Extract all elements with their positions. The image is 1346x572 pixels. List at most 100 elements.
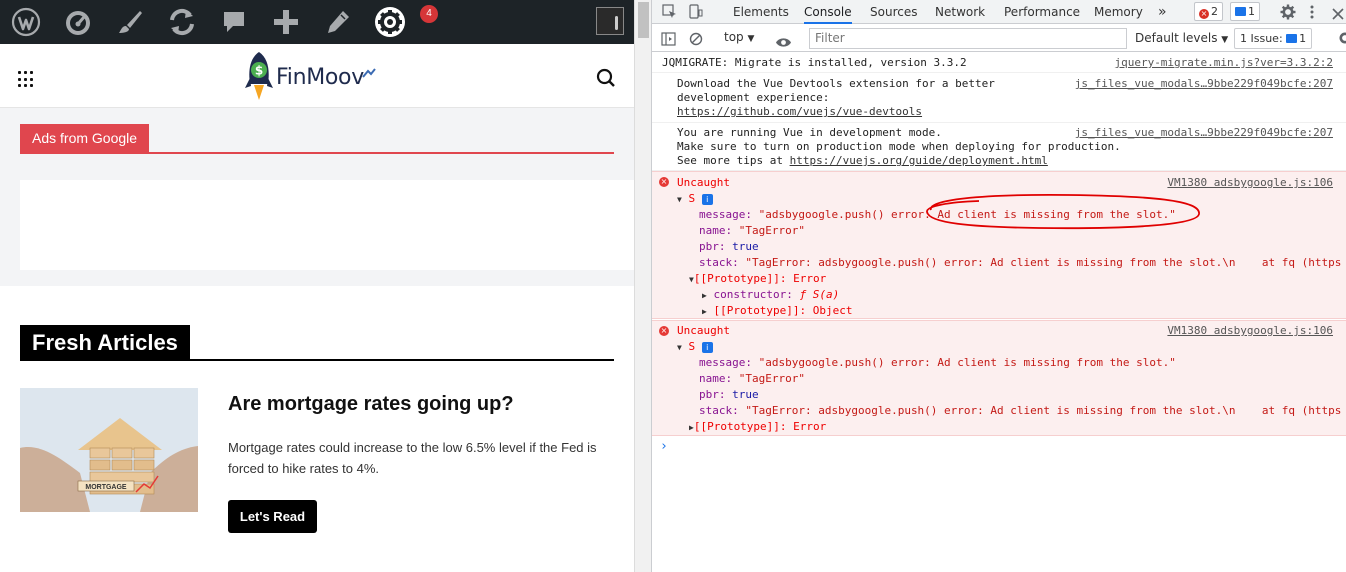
- prop-value: "TagError": [738, 224, 805, 237]
- prop-key: name:: [699, 224, 733, 237]
- clear-console-icon[interactable]: [689, 31, 703, 50]
- dashboard-icon[interactable]: [61, 6, 95, 38]
- more-tabs-button[interactable]: »: [1158, 0, 1167, 24]
- prop-key: pbr:: [699, 388, 726, 401]
- inspect-element-icon[interactable]: [662, 4, 677, 23]
- sidebar-toggle-icon[interactable]: [661, 31, 676, 50]
- object-name: S: [688, 340, 696, 353]
- prototype-row[interactable]: ▶[[Prototype]]: Error: [689, 420, 826, 433]
- prop-value: true: [732, 388, 759, 401]
- more-options-icon[interactable]: [1309, 4, 1315, 24]
- prototype-row[interactable]: ▼[[Prototype]]: Error: [689, 272, 826, 285]
- source-link[interactable]: VM1380 adsbygoogle.js:106: [1167, 324, 1333, 337]
- prop-value: true: [732, 240, 759, 253]
- source-link[interactable]: js_files_vue_modals…9bbe229f049bcfe:207: [1075, 77, 1333, 90]
- constructor-row[interactable]: ▶ constructor: ƒ S(a): [702, 288, 839, 301]
- source-link[interactable]: jquery-migrate.min.js?ver=3.3.2:2: [1114, 56, 1333, 69]
- wordpress-icon[interactable]: [9, 6, 43, 38]
- message-counter[interactable]: 1: [1230, 2, 1260, 21]
- devtools-panel: Elements Console Sources Network Perform…: [651, 0, 1346, 572]
- object-name: S: [688, 192, 696, 205]
- error-counter[interactable]: × 2: [1194, 2, 1223, 21]
- page-scrollbar[interactable]: [634, 0, 651, 572]
- search-icon[interactable]: [596, 68, 616, 93]
- comments-icon[interactable]: [217, 6, 251, 38]
- collapsed-triangle-icon: ▶: [702, 307, 707, 316]
- issues-label: 1 Issue:: [1240, 32, 1283, 45]
- log-message: Download the Vue Devtools extension for …: [652, 73, 1346, 123]
- site-header: $ FinMoov: [0, 44, 634, 108]
- console-output: JQMIGRATE: Migrate is installed, version…: [652, 53, 1346, 572]
- tab-console[interactable]: Console: [804, 0, 852, 24]
- edit-icon[interactable]: [321, 6, 355, 38]
- log-text: development experience:: [677, 91, 830, 104]
- device-toolbar-icon[interactable]: [688, 4, 703, 23]
- error-label: Uncaught: [677, 324, 730, 337]
- log-link[interactable]: https://vuejs.org/guide/deployment.html: [790, 154, 1048, 167]
- logo-swoosh-icon: [362, 68, 376, 78]
- rocket-icon: $: [245, 52, 273, 100]
- read-button[interactable]: Let's Read: [228, 500, 317, 533]
- prop-value: "adsbygoogle.push() error: Ad client is …: [758, 208, 1176, 221]
- scrollbar-thumb[interactable]: [638, 2, 649, 38]
- prop-key: stack:: [699, 404, 739, 417]
- devtools-tabbar: Elements Console Sources Network Perform…: [652, 0, 1346, 24]
- site-logo[interactable]: $ FinMoov: [244, 50, 376, 104]
- settings-gear-icon[interactable]: [1280, 4, 1296, 24]
- expandable-object[interactable]: ▼ S i: [677, 192, 713, 205]
- chevron-down-icon: ▼: [747, 34, 755, 44]
- article-title[interactable]: Are mortgage rates going up?: [228, 393, 514, 416]
- filter-input[interactable]: Filter: [809, 28, 1127, 49]
- prop-key: stack:: [699, 256, 739, 269]
- prototype-label: [[Prototype]]: Error: [693, 272, 827, 285]
- live-expression-eye-icon[interactable]: [775, 33, 792, 52]
- avatar[interactable]: [596, 7, 624, 35]
- logo-text: FinMoov: [276, 64, 364, 90]
- new-content-icon[interactable]: [269, 6, 303, 38]
- log-link[interactable]: https://github.com/vuejs/vue-devtools: [677, 105, 922, 118]
- source-link[interactable]: VM1380 adsbygoogle.js:106: [1167, 176, 1333, 189]
- console-settings-icon[interactable]: [1337, 30, 1346, 50]
- tab-network[interactable]: Network: [935, 0, 985, 24]
- context-select[interactable]: top ▼: [724, 30, 754, 44]
- section-title: Fresh Articles: [20, 325, 190, 360]
- issues-button[interactable]: 1 Issue: 1: [1234, 28, 1313, 49]
- tab-sources[interactable]: Sources: [870, 0, 917, 24]
- log-text: JQMIGRATE: Migrate is installed, version…: [662, 56, 967, 69]
- settings-icon[interactable]: [373, 6, 407, 38]
- menu-grid-icon[interactable]: [18, 71, 35, 88]
- close-icon[interactable]: [1332, 5, 1344, 24]
- tab-memory[interactable]: Memory: [1094, 0, 1143, 24]
- levels-value: Default levels: [1135, 31, 1218, 45]
- ads-label: Ads from Google: [20, 124, 150, 153]
- context-value: top: [724, 30, 744, 44]
- log-levels-select[interactable]: Default levels ▼: [1135, 31, 1228, 45]
- prop-key: pbr:: [699, 240, 726, 253]
- log-text: Download the Vue Devtools extension for …: [677, 77, 995, 90]
- tab-performance[interactable]: Performance: [1004, 0, 1080, 24]
- customize-icon[interactable]: [113, 6, 147, 38]
- svg-text:$: $: [255, 64, 263, 78]
- wp-admin-bar: 4: [0, 0, 634, 44]
- issue-icon: [1286, 34, 1298, 43]
- console-prompt[interactable]: ›: [660, 439, 668, 454]
- prop-value: "TagError: adsbygoogle.push() error: Ad …: [745, 256, 1342, 269]
- prop-value: "TagError: adsbygoogle.push() error: Ad …: [745, 404, 1342, 417]
- prototype-row[interactable]: ▶ [[Prototype]]: Object: [702, 304, 853, 317]
- log-text: Make sure to turn on production mode whe…: [677, 140, 1121, 153]
- tab-elements[interactable]: Elements: [733, 0, 789, 24]
- ads-divider: [20, 152, 614, 154]
- log-text: See more tips at: [677, 154, 790, 167]
- prop-value: ƒ S(a): [799, 288, 840, 301]
- error-icon: ×: [659, 177, 669, 187]
- info-icon: i: [701, 194, 713, 205]
- updates-icon[interactable]: [165, 6, 199, 38]
- expand-triangle-icon: ▼: [677, 343, 682, 352]
- source-link[interactable]: js_files_vue_modals…9bbe229f049bcfe:207: [1075, 126, 1333, 139]
- expandable-object[interactable]: ▼ S i: [677, 340, 713, 353]
- prop-key: message:: [699, 356, 752, 369]
- article-thumbnail[interactable]: MORTGAGE: [20, 388, 198, 512]
- expand-triangle-icon: ▼: [677, 195, 682, 204]
- log-text: You are running Vue in development mode.: [677, 126, 942, 139]
- error-icon: ×: [1199, 9, 1209, 19]
